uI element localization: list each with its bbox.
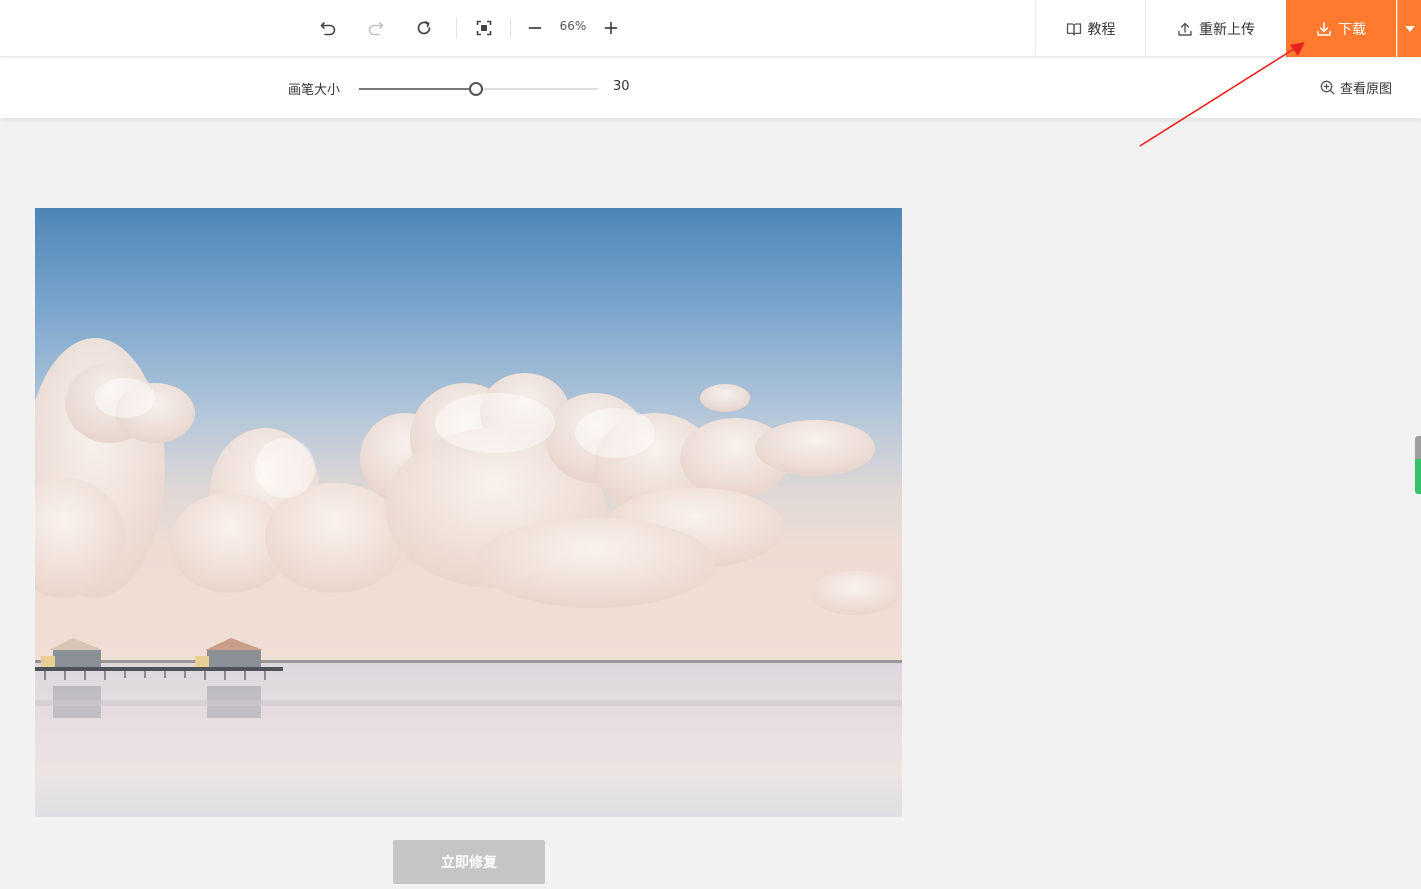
upload-icon (1178, 22, 1192, 36)
download-label: 下载 (1338, 21, 1366, 38)
brush-size-value: 30 (613, 79, 630, 94)
zoom-level: 66% (559, 19, 587, 33)
zoom-view-icon (1320, 80, 1335, 95)
reset-button[interactable] (410, 14, 438, 42)
reupload-button[interactable]: 重新上传 (1145, 0, 1286, 57)
tutorial-button[interactable]: 教程 (1035, 0, 1145, 57)
download-button[interactable]: 下载 (1286, 0, 1396, 57)
book-icon (1066, 22, 1081, 36)
slider-handle[interactable] (469, 82, 483, 96)
reset-icon (417, 21, 431, 35)
view-original-button[interactable]: 查看原图 (1320, 78, 1392, 97)
caret-down-icon (1404, 25, 1415, 32)
undo-icon (320, 22, 336, 36)
fix-now-button[interactable]: 立即修复 (393, 840, 545, 884)
brush-size-label: 画笔大小 (288, 83, 341, 98)
toolbar-divider (456, 18, 457, 38)
seascape-image (35, 208, 902, 817)
download-options-dropdown[interactable] (1397, 0, 1421, 57)
redo-button[interactable] (362, 14, 390, 42)
image-canvas[interactable] (35, 208, 902, 817)
view-original-label: 查看原图 (1340, 82, 1393, 97)
top-toolbar: 66% 教程 重新上传 下载 (0, 0, 1421, 57)
redo-icon (368, 22, 384, 36)
tutorial-label: 教程 (1087, 21, 1116, 38)
slider-fill (359, 88, 476, 90)
reupload-label: 重新上传 (1199, 21, 1255, 38)
download-icon (1317, 21, 1331, 36)
fit-screen-icon (476, 20, 492, 36)
fit-screen-button[interactable] (470, 14, 498, 42)
zoom-in-button[interactable] (597, 14, 625, 42)
zoom-out-icon (528, 27, 542, 29)
brush-size-slider[interactable] (359, 82, 598, 96)
undo-button[interactable] (314, 14, 342, 42)
zoom-out-button[interactable] (521, 14, 549, 42)
zoom-in-icon (604, 21, 618, 35)
brush-settings-bar: 画笔大小 30 查看原图 (0, 58, 1421, 118)
side-panel-handle[interactable] (1415, 436, 1421, 494)
toolbar-divider (510, 18, 511, 38)
